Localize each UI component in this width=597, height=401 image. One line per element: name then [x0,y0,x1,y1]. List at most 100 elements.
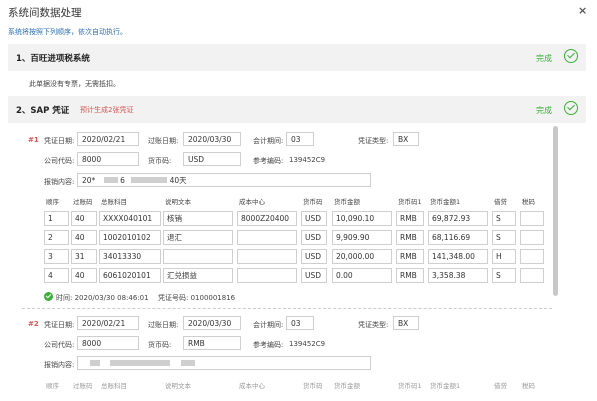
blurred-text [131,177,168,183]
table-cell-cur1[interactable]: RMB [396,211,424,226]
table-cell-seq[interactable]: 2 [44,230,69,245]
table-cell-text[interactable]: 退汇 [163,230,233,245]
table-cell-text[interactable]: 汇兑损益 [163,268,233,283]
doc-type-label: 凭证类型: [358,137,389,145]
table-cell-amt1[interactable]: 68,116.69 [428,230,488,245]
table-cell-text[interactable] [163,249,233,264]
table-cell-post[interactable]: 40 [71,268,97,283]
table-cell-cur[interactable]: USD [301,230,327,245]
company-field[interactable]: 8000 [77,336,139,350]
blurred-text [110,360,171,366]
column-header: 顺序 [46,382,59,390]
section-2-title: 2、SAP 凭证 [16,106,70,116]
table-cell-cc[interactable] [237,268,297,283]
ref-value: 139452C9 [289,340,326,348]
column-header: 货币码1 [398,198,422,206]
table-cell-cur1[interactable]: RMB [396,268,424,283]
currency-label: 货币码: [148,157,172,165]
table-cell-gl[interactable]: 34013330 [99,249,161,264]
table-cell-cc[interactable] [237,249,297,264]
post-date-field[interactable]: 2020/03/30 [183,316,241,330]
table-cell-amt1[interactable]: 3,358.38 [428,268,488,283]
table-cell-seq[interactable]: 1 [44,211,69,226]
content-text-b: 6 [120,176,125,185]
column-header: 成本中心 [239,382,265,390]
table-cell-tax[interactable] [520,268,544,283]
content-label: 报销内容: [44,361,75,369]
column-header: 税码 [522,382,535,390]
column-header: 成本中心 [239,198,265,206]
table-cell-amt[interactable]: 0.00 [332,268,392,283]
doc-date-label: 凭证日期: [44,137,75,145]
voucher-1-time: 时间: 2020/03/30 08:46:01 [56,294,149,302]
period-field[interactable]: 03 [286,316,314,330]
period-field[interactable]: 03 [286,132,314,146]
table-cell-cur[interactable]: USD [301,268,327,283]
table-cell-cc[interactable]: 8000Z20400 [237,211,297,226]
table-cell-cur1[interactable]: RMB [396,249,424,264]
table-cell-post[interactable]: 31 [71,249,97,264]
ref-label: 参考编码: [253,157,284,165]
content-label: 报销内容: [44,178,75,186]
section-2-subtitle: 预计生成2张凭证 [80,106,134,114]
currency-field[interactable]: RMB [183,336,241,350]
table-cell-amt[interactable]: 10,090.10 [332,211,392,226]
scrollbar[interactable] [553,126,558,296]
table-cell-dc[interactable]: S [492,268,516,283]
divider [22,308,552,309]
table-cell-dc[interactable]: H [492,249,516,264]
success-icon [44,292,53,301]
table-cell-cur[interactable]: USD [301,211,327,226]
table-cell-cur1[interactable]: RMB [396,230,424,245]
column-header: 货币金额 [334,198,360,206]
column-header: 说明文本 [165,198,191,206]
doc-date-field[interactable]: 2020/02/21 [77,316,139,330]
column-header: 货币金额1 [430,382,461,390]
company-label: 公司代码: [44,157,75,165]
column-header: 货币金额1 [430,198,461,206]
dialog-title: 系统间数据处理 [8,7,82,19]
table-cell-amt1[interactable]: 69,872.93 [428,211,488,226]
doc-type-field[interactable]: BX [393,132,419,146]
table-cell-post[interactable]: 40 [71,211,97,226]
post-date-field[interactable]: 2020/03/30 [183,132,241,146]
content-text-a: 20* [82,176,96,185]
table-cell-cur[interactable]: USD [301,249,327,264]
table-cell-gl[interactable]: 6061020101 [99,268,161,283]
period-label: 会计期间: [253,137,284,145]
table-cell-seq[interactable]: 4 [44,268,69,283]
post-date-label: 过账日期: [148,137,179,145]
table-cell-tax[interactable] [520,230,544,245]
table-cell-amt[interactable]: 9,909.90 [332,230,392,245]
doc-date-field[interactable]: 2020/02/21 [77,132,139,146]
table-cell-dc[interactable]: S [492,230,516,245]
currency-field[interactable]: USD [183,152,241,166]
blurred-text [103,177,118,183]
company-field[interactable]: 8000 [77,152,139,166]
close-icon[interactable]: × [578,4,587,17]
section-2-status: 完成 [536,106,552,115]
table-cell-cc[interactable] [237,230,297,245]
ref-value: 139452C9 [289,156,326,164]
ref-label: 参考编码: [253,341,284,349]
column-header: 货币码1 [398,382,422,390]
table-cell-amt1[interactable]: 141,348.00 [428,249,488,264]
table-cell-amt[interactable]: 20,000.00 [332,249,392,264]
column-header: 税码 [522,198,535,206]
period-label: 会计期间: [253,321,284,329]
column-header: 借贷 [494,382,507,390]
table-cell-seq[interactable]: 3 [44,249,69,264]
section-1-header[interactable]: 1、百旺进项税系统 完成 [8,44,586,71]
table-cell-post[interactable]: 40 [71,230,97,245]
content-field[interactable]: 20* 6 40天 [77,173,371,187]
doc-type-field[interactable]: BX [393,316,419,330]
content-field[interactable] [77,356,371,370]
table-cell-dc[interactable]: S [492,211,516,226]
section-2-header[interactable]: 2、SAP 凭证 预计生成2张凭证 完成 [8,96,586,123]
table-cell-tax[interactable] [520,249,544,264]
table-cell-text[interactable]: 核销 [163,211,233,226]
table-cell-gl[interactable]: 1002010102 [99,230,161,245]
table-cell-tax[interactable] [520,211,544,226]
check-circle-icon [564,49,578,63]
table-cell-gl[interactable]: XXXX040101 [99,211,161,226]
